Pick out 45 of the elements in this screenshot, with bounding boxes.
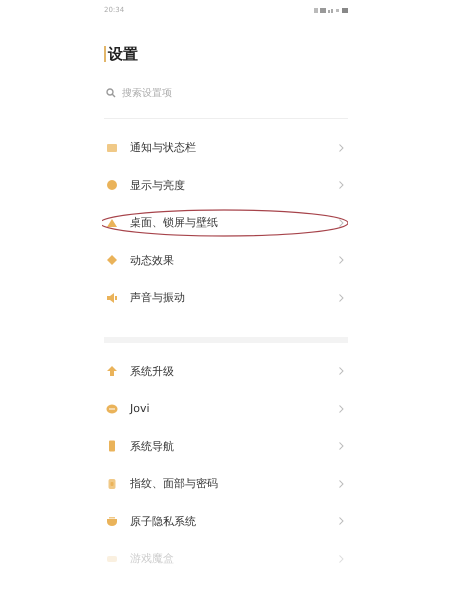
item-label: Jovi [130,402,151,416]
chevron-icon [339,294,344,302]
settings-item[interactable]: 动态效果 [104,242,348,279]
settings-item[interactable]: 原子隐私系统 [104,502,348,540]
rect-icon [106,142,118,154]
circle-icon [106,179,118,192]
settings-item[interactable]: 系统升级 [104,352,348,390]
settings-item[interactable]: 显示与亮度 [104,166,348,204]
settings-item[interactable]: 声音与振动 [104,279,348,316]
search-icon [106,88,116,98]
chevron-icon [339,181,344,190]
item-label: 显示与亮度 [130,178,186,193]
diamond-icon [106,254,118,266]
chevron-icon [339,517,344,526]
triangle-icon [106,216,118,229]
status-icons [314,6,348,14]
cup-icon [106,515,118,528]
chevron-icon [339,367,344,376]
phone-icon [106,440,118,452]
item-label: 指纹、面部与密码 [130,476,219,492]
item-label: 通知与状态栏 [130,140,197,156]
ellipse-icon [106,402,118,415]
chevron-icon [339,404,344,413]
settings-item[interactable]: 指纹、面部与密码 [104,465,348,502]
chevron-icon [339,442,344,450]
item-label: 系统升级 [130,364,175,379]
settings-item[interactable]: Jovi [104,390,348,428]
chevron-icon [339,554,344,563]
speaker-icon [106,292,118,304]
item-label: 原子隐私系统 [130,514,197,529]
settings-item[interactable]: 通知与状态栏 [104,129,348,166]
title-accent-bar [104,46,106,62]
settings-item[interactable]: 系统导航 [104,428,348,465]
arrow-up-icon [106,365,118,378]
chevron-icon [339,480,344,488]
search-field[interactable]: 搜索设置项 [122,88,242,98]
page-title: 设置 [108,44,138,64]
chevron-icon [339,144,344,152]
settings-item[interactable]: 桌面、锁屏与壁纸 [104,204,348,242]
chevron-icon [339,256,344,264]
chevron-icon [339,218,344,227]
item-label: 动态效果 [130,252,175,268]
item-label: 声音与振动 [130,290,186,306]
item-label: 系统导航 [130,438,175,454]
item-label: 桌面、锁屏与壁纸 [130,215,219,230]
